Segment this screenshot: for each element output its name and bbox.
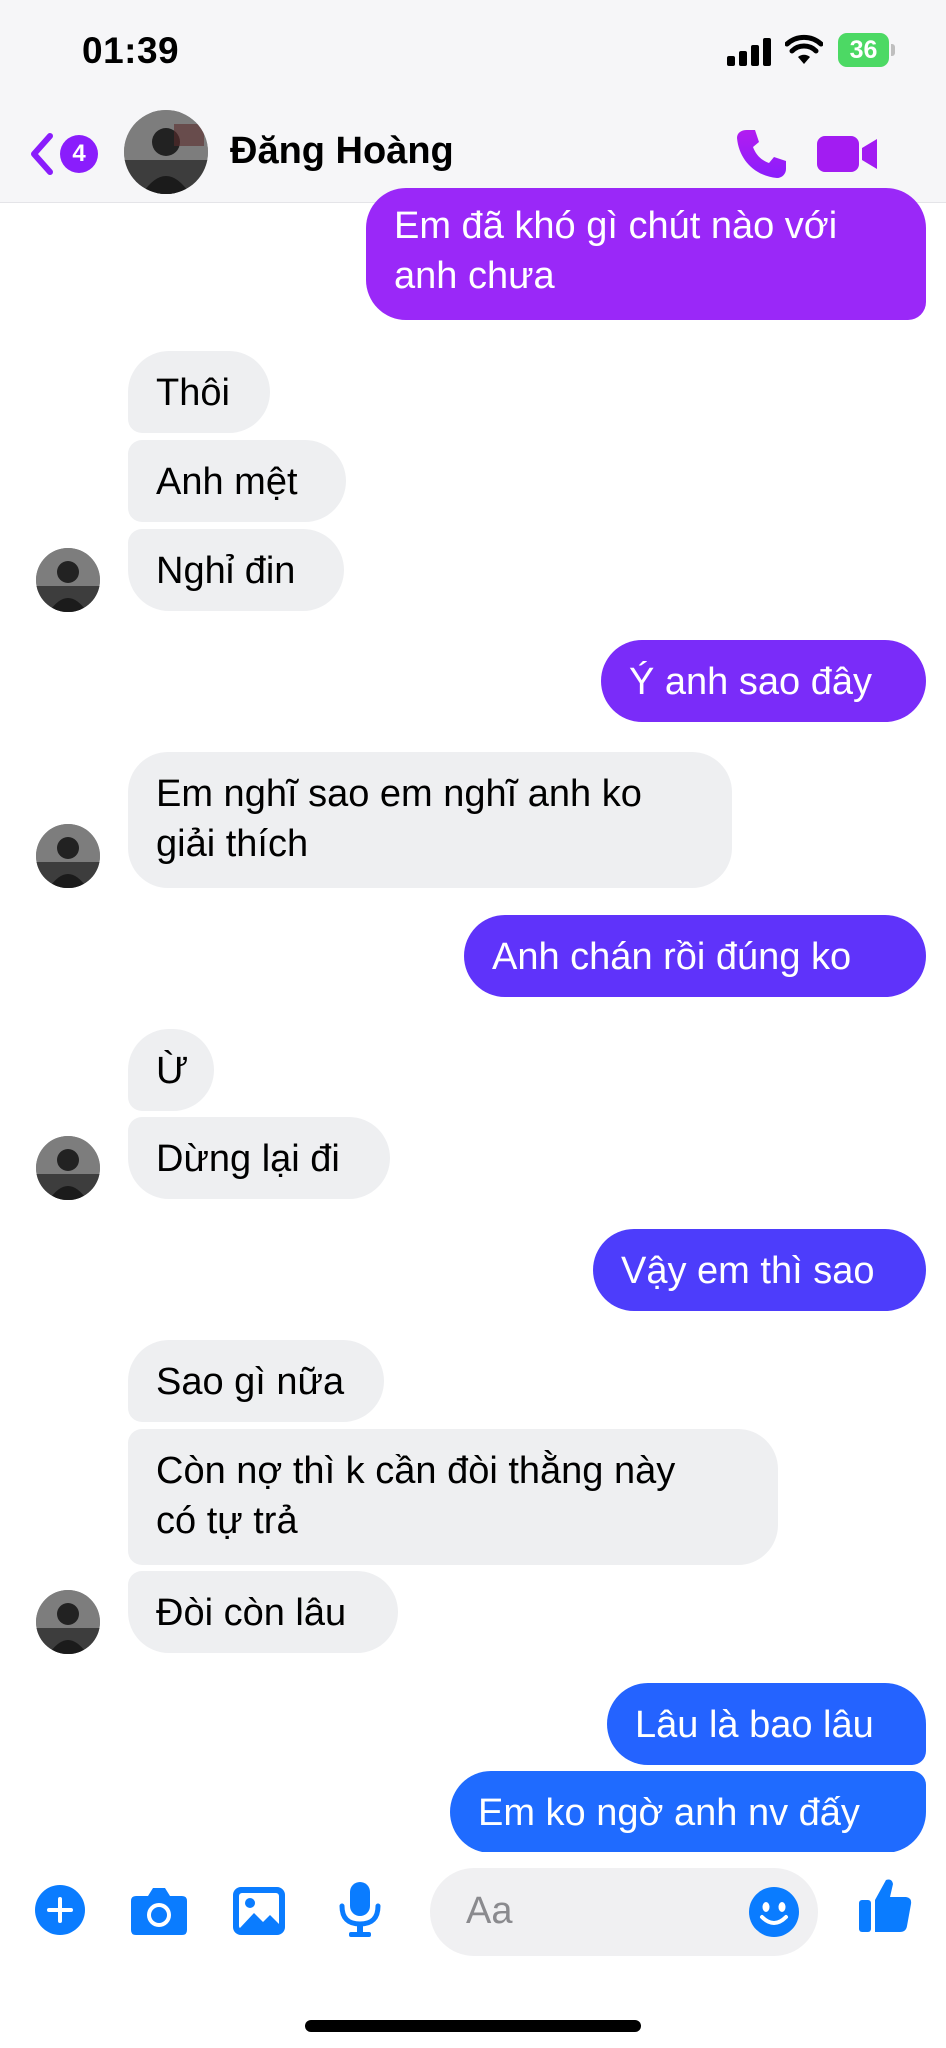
video-call-icon[interactable] [817,130,879,178]
contact-avatar[interactable] [124,110,208,194]
battery-level: 36 [838,33,889,67]
home-indicator [305,2020,641,2032]
status-time: 01:39 [82,30,180,71]
contact-name[interactable]: Đăng Hoàng [230,130,454,173]
message-bubble-sent[interactable]: Ý anh sao đây [601,640,926,722]
message-bubble-sent[interactable]: Em ko ngờ anh nv đấy [450,1771,926,1853]
message-composer: Aa [0,1852,946,2048]
cellular-signal-icon [727,38,773,66]
microphone-icon[interactable] [338,1880,382,1938]
message-bubble-sent[interactable]: Anh chán rồi đúng ko [464,915,926,997]
message-bubble-received[interactable]: Đòi còn lâu [128,1571,398,1653]
message-bubble-received[interactable]: Anh mệt [128,440,346,522]
wifi-icon [785,34,823,64]
contact-avatar-small[interactable] [36,548,100,612]
contact-avatar-small[interactable] [36,1136,100,1200]
message-bubble-sent[interactable]: Lâu là bao lâu [607,1683,926,1765]
chevron-left-icon [31,133,53,175]
photo-icon[interactable] [232,1886,286,1936]
battery-icon: 36 [838,33,896,67]
message-bubble-sent[interactable]: Vậy em thì sao [593,1229,926,1311]
contact-avatar-small[interactable] [36,824,100,888]
camera-icon[interactable] [130,1886,188,1936]
status-bar: 01:39 36 [0,0,946,104]
message-bubble-received[interactable]: Em nghĩ sao em nghĩ anh ko giải thích [128,752,732,888]
phone-call-icon[interactable] [733,126,789,182]
message-bubble-received[interactable]: Nghỉ đin [128,529,344,611]
message-input[interactable]: Aa [430,1868,818,1956]
contact-avatar-small[interactable] [36,1590,100,1654]
message-bubble-received[interactable]: Còn nợ thì k cần đòi thằng này có tự trả [128,1429,778,1565]
message-bubble-received[interactable]: Ừ [128,1029,214,1111]
message-bubble-received[interactable]: Dừng lại đi [128,1117,390,1199]
plus-icon[interactable] [34,1884,86,1936]
emoji-icon[interactable] [748,1886,800,1938]
back-button[interactable]: 4 [26,126,98,182]
unread-count-badge: 4 [60,135,98,173]
message-bubble-received[interactable]: Thôi [128,351,270,433]
message-input-placeholder: Aa [466,1890,513,1932]
thumbs-up-icon[interactable] [858,1876,912,1934]
message-bubble-received[interactable]: Sao gì nữa [128,1340,384,1422]
message-bubble-sent[interactable]: Em đã khó gì chút nào với anh chưa [366,188,926,320]
